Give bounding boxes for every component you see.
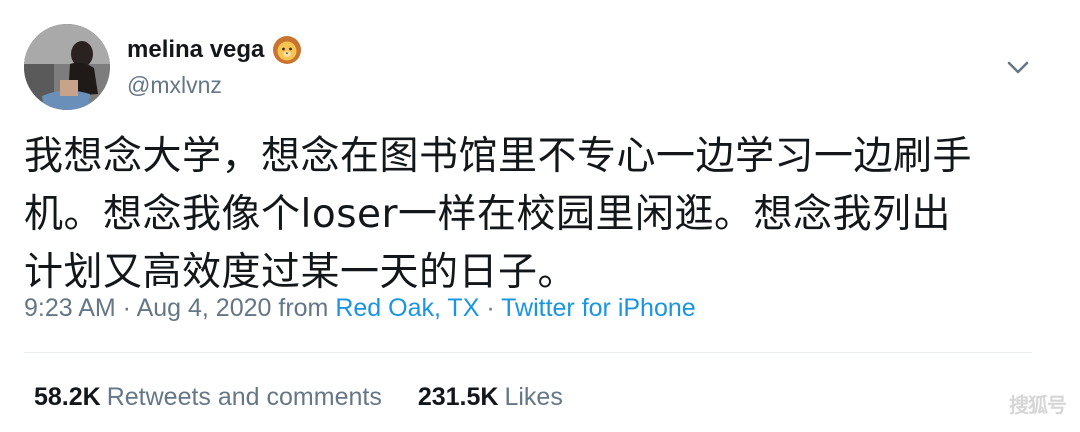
tweet-date[interactable]: Aug 4, 2020: [137, 294, 272, 322]
tweet-text-line: 机。想念我像个loser一样在校园里闲逛。想念我列出: [24, 192, 952, 237]
tweet-meta: 9:23 AM · Aug 4, 2020 from Red Oak, TX ·…: [24, 294, 696, 323]
engagement-stats: 58.2K Retweets and comments 231.5K Likes: [34, 383, 563, 412]
retweets-stat[interactable]: 58.2K Retweets and comments: [34, 383, 382, 412]
avatar-photo: [24, 24, 110, 110]
likes-stat[interactable]: 231.5K Likes: [418, 383, 563, 412]
meta-separator: ·: [115, 294, 137, 322]
source-link[interactable]: Twitter for iPhone: [501, 294, 696, 322]
retweets-count: 58.2K: [34, 383, 101, 411]
chevron-down-icon[interactable]: [1002, 54, 1034, 80]
location-link[interactable]: Red Oak, TX: [335, 294, 479, 322]
likes-label: Likes: [504, 383, 563, 411]
retweets-label: Retweets and comments: [106, 383, 382, 411]
meta-separator: ·: [479, 294, 502, 322]
user-handle[interactable]: @mxlvnz: [127, 72, 222, 99]
display-name[interactable]: melina vega: [127, 36, 264, 64]
lion-face-icon: [272, 35, 302, 65]
likes-count: 231.5K: [417, 383, 499, 411]
tweet-text: 我想念大学，想念在图书馆里不专心一边学习一边刷手 机。想念我像个loser一样在…: [24, 128, 1058, 302]
divider: [24, 352, 1032, 353]
tweet-card: melina vega @mxlvnz 我想念大学，想念在图书馆里不专心一边学习…: [0, 0, 1080, 432]
from-label: from: [271, 294, 336, 322]
avatar[interactable]: [24, 24, 110, 110]
watermark: 搜狐号: [1009, 393, 1067, 417]
tweet-text-line: 我想念大学，想念在图书馆里不专心一边学习一边刷手: [24, 134, 973, 179]
tweet-time[interactable]: 9:23 AM: [24, 294, 116, 322]
display-name-row[interactable]: melina vega: [127, 35, 302, 65]
